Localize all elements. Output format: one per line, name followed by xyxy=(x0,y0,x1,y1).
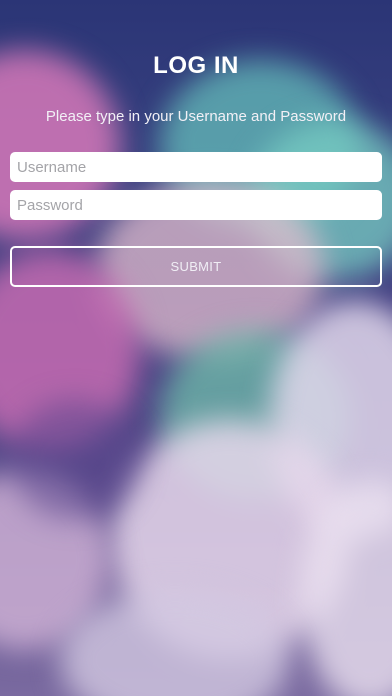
username-input[interactable] xyxy=(10,152,382,182)
login-screen: LOG IN Please type in your Username and … xyxy=(0,0,392,696)
submit-button[interactable]: SUBMIT xyxy=(10,246,382,287)
instructions-text: Please type in your Username and Passwor… xyxy=(45,108,347,125)
page-title: LOG IN xyxy=(153,52,239,79)
password-input[interactable] xyxy=(10,190,382,220)
